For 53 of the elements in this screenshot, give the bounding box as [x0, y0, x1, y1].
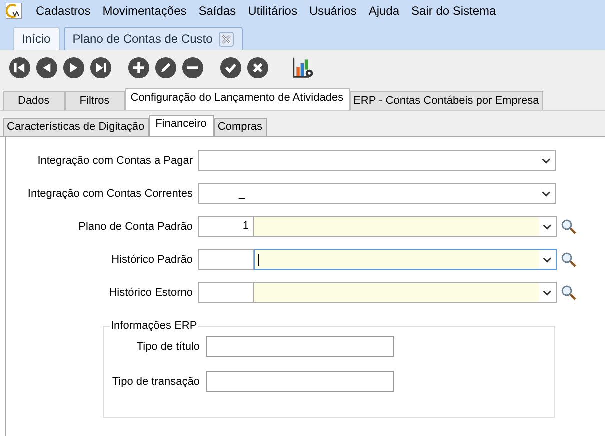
- tab[interactable]: Dados: [3, 91, 65, 110]
- chevron-icon: [543, 224, 552, 230]
- tab[interactable]: Financeiro: [148, 115, 214, 136]
- remove-icon[interactable]: [182, 57, 204, 79]
- field-label: Integração com Contas Correntes: [26, 188, 194, 200]
- document-tab[interactable]: Plano de Contas de Custo: [64, 27, 243, 50]
- tab[interactable]: Compras: [214, 118, 267, 136]
- menu-item[interactable]: Ajuda: [362, 4, 406, 18]
- field-label: Histórico Padrão: [110, 254, 194, 266]
- menu-item[interactable]: Usuários: [303, 4, 363, 18]
- menu-item[interactable]: Utilitários: [242, 4, 304, 18]
- field-label: Histórico Estorno: [108, 286, 194, 298]
- edit-icon[interactable]: [155, 57, 177, 79]
- first-record-icon[interactable]: [9, 57, 31, 79]
- menu-item[interactable]: Cadastros: [30, 4, 97, 18]
- tab[interactable]: ERP - Contas Contábeis por Empresa: [350, 91, 544, 110]
- field-label: Integração com Contas a Pagar: [36, 154, 194, 166]
- app-logo-icon: [6, 3, 22, 19]
- tab-label: Plano de Contas de Custo: [72, 32, 213, 46]
- tab[interactable]: Características de Digitação: [3, 118, 149, 136]
- code-field[interactable]: [198, 249, 254, 270]
- input-field[interactable]: [206, 371, 394, 392]
- group-title: Informações ERP: [110, 320, 198, 332]
- dropdown[interactable]: _: [198, 183, 556, 204]
- menu-item[interactable]: Saídas: [192, 4, 242, 18]
- document-tab[interactable]: Início: [13, 27, 60, 50]
- chart-settings-icon[interactable]: [293, 57, 315, 79]
- next-icon[interactable]: [63, 57, 85, 79]
- chevron-icon: [542, 158, 551, 164]
- menu-item[interactable]: Sair do Sistema: [406, 4, 502, 18]
- cancel-icon[interactable]: [247, 57, 269, 79]
- close-icon[interactable]: [218, 32, 234, 46]
- chevron-icon: [543, 290, 552, 296]
- tab[interactable]: Configuração do Lançamento de Atividades: [124, 88, 350, 110]
- field-label: Plano de Conta Padrão: [78, 220, 194, 232]
- chevron-icon: [543, 256, 552, 262]
- field-label: Tipo de título: [136, 340, 201, 352]
- last-record-icon[interactable]: [90, 57, 112, 79]
- input-field[interactable]: [206, 336, 394, 357]
- tab-label: Início: [22, 32, 51, 46]
- code-field[interactable]: [198, 282, 254, 303]
- add-icon[interactable]: [128, 57, 150, 79]
- confirm-icon[interactable]: [220, 57, 242, 79]
- tab[interactable]: Filtros: [64, 91, 125, 110]
- search-icon[interactable]: [561, 218, 577, 234]
- chevron-icon: [542, 190, 551, 196]
- field-label: Tipo de transação: [111, 376, 201, 388]
- previous-icon[interactable]: [36, 57, 58, 79]
- search-icon[interactable]: [561, 252, 577, 268]
- code-field[interactable]: 1: [198, 216, 254, 237]
- dropdown[interactable]: [254, 249, 557, 270]
- menu-item[interactable]: Movimentações: [96, 4, 193, 18]
- search-icon[interactable]: [561, 284, 577, 300]
